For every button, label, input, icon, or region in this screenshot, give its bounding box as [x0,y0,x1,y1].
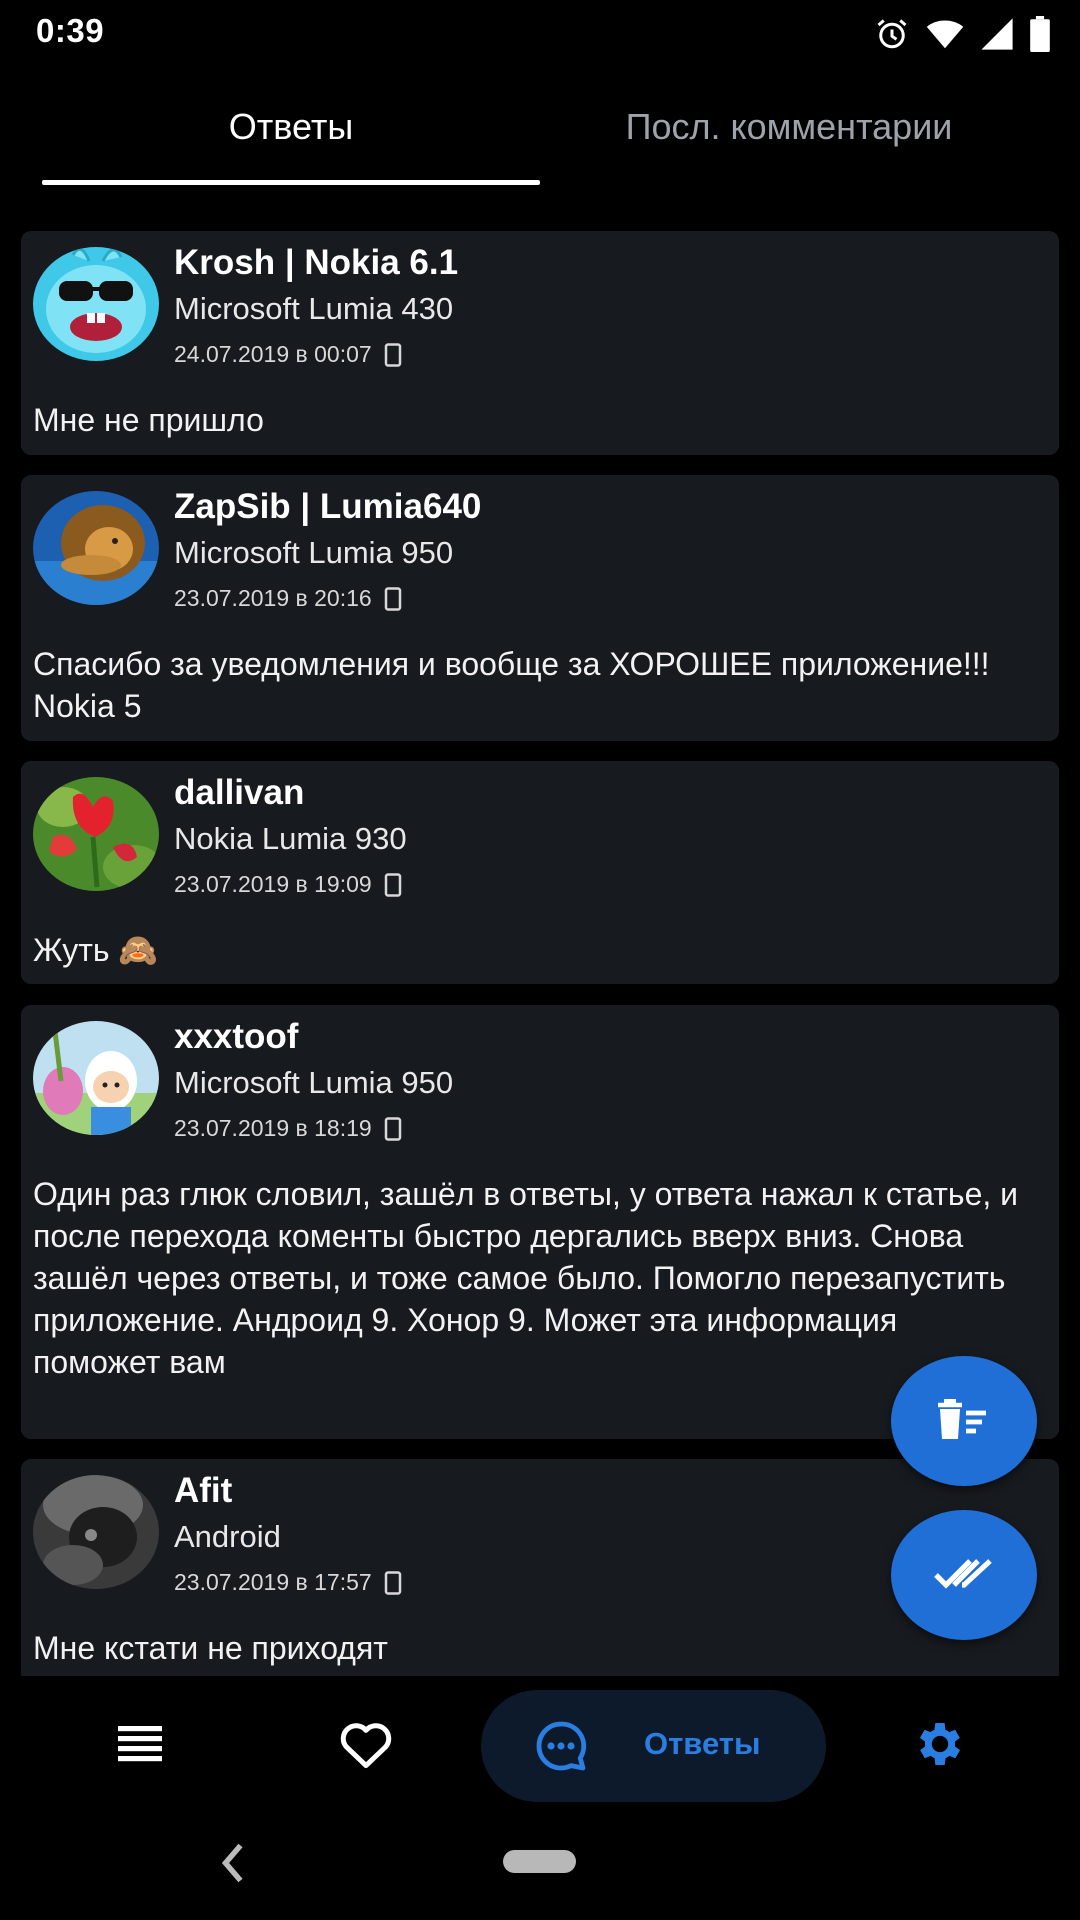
comment-datetime: 23.07.2019 в 18:19 [174,1115,372,1141]
cartoon-avatar[interactable] [33,1021,159,1135]
comment-text: Спасибо за уведомления и вообще за ХОРОШ… [33,646,990,724]
tab-recent-comments[interactable]: Посл. комментарии [540,86,1038,186]
comments-feed[interactable]: Krosh | Nokia 6.1 Microsoft Lumia 430 24… [21,231,1059,1676]
comment-datetime: 23.07.2019 в 19:09 [174,871,372,897]
phone-icon [384,342,402,367]
signal-icon [980,17,1014,51]
tab-replies[interactable]: Ответы [42,86,540,186]
tab-bar: Ответы Посл. комментарии [0,86,1080,186]
gear-icon [912,1716,968,1777]
done-all-icon [934,1553,994,1598]
comment-author[interactable]: dallivan [174,773,304,813]
comment-meta: 24.07.2019 в 00:07 [174,341,402,368]
tulip-avatar[interactable] [33,777,159,891]
comment-card[interactable]: ZapSib | Lumia640 Microsoft Lumia 950 23… [21,475,1059,741]
phone-icon [384,1570,402,1595]
tab-indicator [42,180,540,185]
alarm-icon [874,16,910,52]
comment-author[interactable]: Krosh | Nokia 6.1 [174,243,458,283]
comment-text: Жуть 🙈 [33,932,159,968]
nav-feed[interactable] [90,1676,190,1816]
comment-device: Microsoft Lumia 950 [174,1065,454,1100]
feed-list-icon [118,1725,162,1767]
status-bar: 0:39 [0,0,1080,66]
comment-datetime: 24.07.2019 в 00:07 [174,341,372,367]
mark-all-read-button[interactable] [891,1510,1037,1640]
back-chevron-icon[interactable] [218,1838,248,1893]
comment-datetime: 23.07.2019 в 20:16 [174,585,372,611]
heart-icon [338,1719,394,1774]
chat-bubble-icon [533,1718,589,1779]
home-pill[interactable] [503,1850,576,1873]
comment-card[interactable]: xxxtoof Microsoft Lumia 950 23.07.2019 в… [21,1005,1059,1439]
krosh-avatar[interactable] [33,247,159,361]
comment-device: Microsoft Lumia 430 [174,291,454,326]
comment-meta: 23.07.2019 в 19:09 [174,871,402,898]
comment-author[interactable]: Afit [174,1471,232,1511]
dark-photo-avatar[interactable] [33,1475,159,1589]
nav-replies-label: Ответы [644,1726,761,1761]
nav-settings[interactable] [890,1676,990,1816]
comment-meta: 23.07.2019 в 20:16 [174,585,402,612]
comment-datetime: 23.07.2019 в 17:57 [174,1569,372,1595]
battery-icon [1030,16,1050,52]
comment-device: Nokia Lumia 930 [174,821,407,856]
nav-favorites[interactable] [316,1676,416,1816]
comment-device: Microsoft Lumia 950 [174,535,454,570]
phone-icon [384,1116,402,1141]
nav-replies[interactable]: Ответы [481,1690,826,1802]
phone-icon [384,586,402,611]
delete-sweep-icon [936,1397,992,1446]
comment-author[interactable]: xxxtoof [174,1017,298,1057]
status-icons [874,14,1050,54]
comment-meta: 23.07.2019 в 18:19 [174,1115,402,1142]
status-time: 0:39 [36,12,105,49]
phone-icon [384,872,402,897]
bottom-navigation: Ответы [0,1676,1080,1816]
system-navigation-bar [0,1816,1080,1920]
comment-meta: 23.07.2019 в 17:57 [174,1569,402,1596]
comment-author[interactable]: ZapSib | Lumia640 [174,487,481,527]
comment-card[interactable]: Krosh | Nokia 6.1 Microsoft Lumia 430 24… [21,231,1059,455]
comment-text: Мне кстати не приходят [33,1630,388,1666]
clear-notifications-button[interactable] [891,1356,1037,1486]
comment-card[interactable]: dallivan Nokia Lumia 930 23.07.2019 в 19… [21,761,1059,984]
lion-avatar[interactable] [33,491,159,605]
wifi-icon [926,18,964,50]
comment-device: Android [174,1519,281,1554]
comment-text: Мне не пришло [33,402,264,438]
comment-text: Один раз глюк словил, зашёл в ответы, у … [33,1176,1019,1380]
